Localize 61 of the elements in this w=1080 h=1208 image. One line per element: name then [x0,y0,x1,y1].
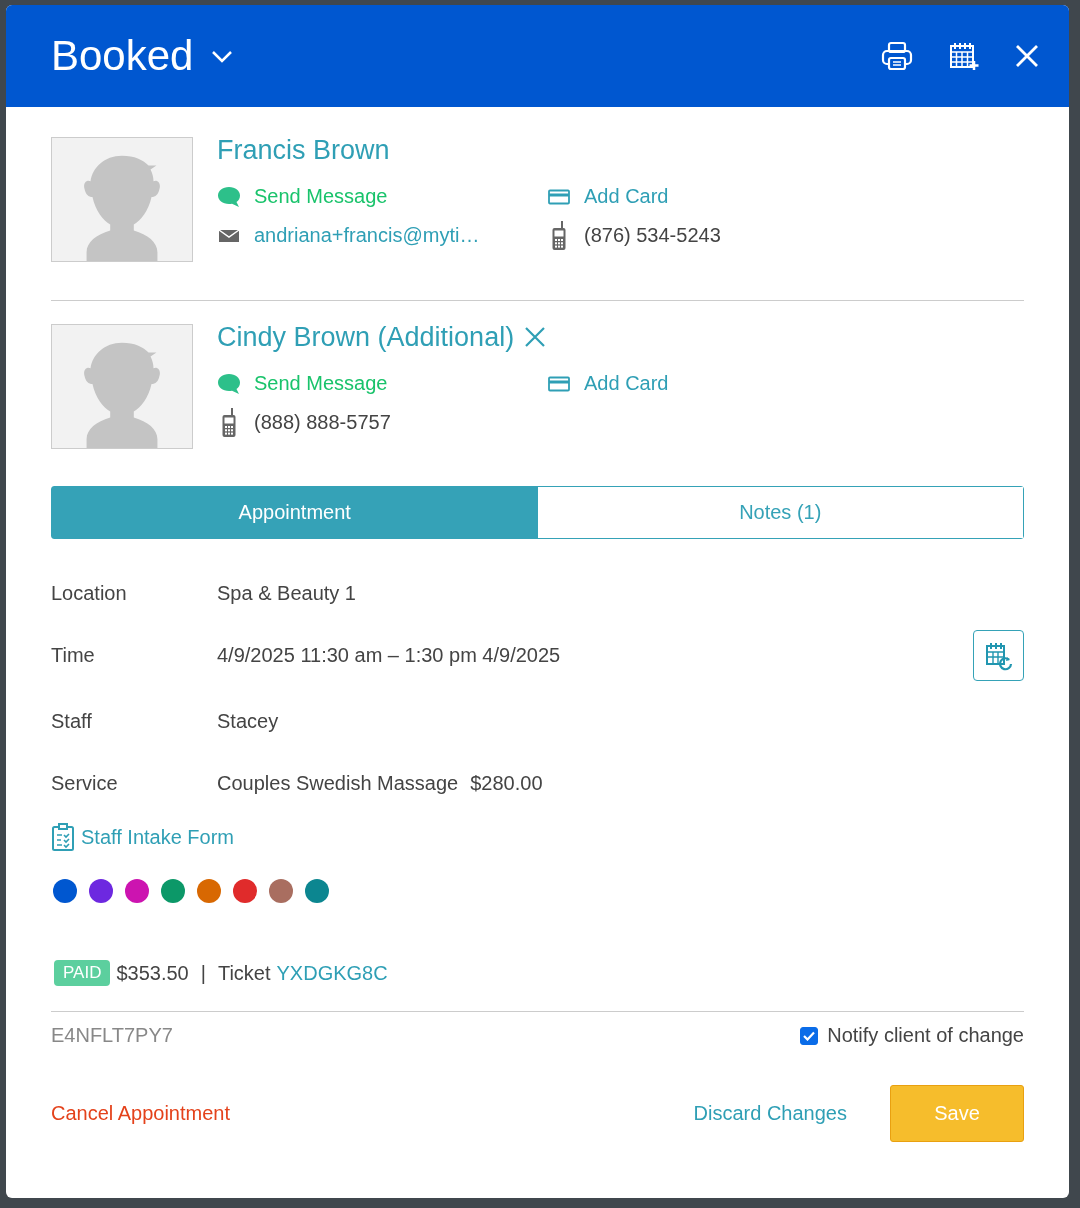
add-to-calendar-button[interactable] [949,41,979,71]
credit-card-icon [548,188,570,205]
reschedule-button[interactable] [973,630,1024,681]
remove-client-button[interactable] [524,326,547,348]
color-swatch[interactable] [305,879,329,903]
notify-checkbox[interactable] [800,1026,819,1045]
service-price: $280.00 [470,771,543,795]
status-dropdown[interactable]: Booked [51,32,234,80]
paid-amount: $353.50 [116,961,189,985]
avatar-icon [51,137,193,262]
clipboard-checklist-icon [51,822,75,852]
send-message-link[interactable]: Send Message [254,372,388,395]
field-value: Stacey [217,709,279,733]
add-card-link[interactable]: Add Card [584,372,669,395]
phone-number: (888) 888-5757 [254,411,391,434]
paid-badge: PAID [54,960,111,986]
add-card-link[interactable]: Add Card [584,185,669,208]
color-swatch[interactable] [53,879,77,903]
phone-number: (876) 534-5243 [584,224,721,247]
avatar-icon [51,324,193,449]
chat-bubble-icon [217,372,241,395]
ticket-label: Ticket [217,961,271,985]
color-swatch[interactable] [161,879,185,903]
send-message-link[interactable]: Send Message [254,185,388,208]
tab[interactable]: Appointment [52,487,538,538]
client-name-link[interactable]: Francis Brown [217,134,390,166]
discard-changes-link[interactable]: Discard Changes [693,1102,847,1125]
field-value: Couples Swedish Massage [217,771,459,795]
cancel-appointment-link[interactable]: Cancel Appointment [51,1102,230,1125]
save-button[interactable]: Save [890,1085,1024,1142]
chevron-down-icon [211,49,234,63]
calendar-plus-icon [949,41,979,71]
separator: | [200,961,206,985]
color-swatch[interactable] [125,879,149,903]
field-value: 4/9/2025 11:30 am – 1:30 pm 4/9/2025 [217,644,561,667]
field-label: Staff [51,709,93,733]
envelope-icon [218,227,240,244]
appointment-code: E4NFLT7PY7 [51,1024,173,1047]
color-swatch[interactable] [197,879,221,903]
credit-card-icon [548,375,570,392]
mobile-phone-icon [221,407,237,438]
email-link[interactable]: andriana+francis@myti… [254,224,480,247]
intake-form-link[interactable]: Staff Intake Form [51,822,235,852]
client-name-link[interactable]: Cindy Brown (Additional) [217,321,515,353]
print-button[interactable] [881,41,913,71]
color-swatch[interactable] [269,879,293,903]
checkbox-label: Notify client of change [827,1024,1024,1047]
field-label: Time [51,644,96,667]
field-label: Location [51,581,128,605]
close-icon [1015,44,1039,68]
mobile-phone-icon [551,220,567,251]
field-value: Spa & Beauty 1 [217,581,356,605]
close-icon [524,326,547,348]
printer-icon [881,41,913,71]
close-button[interactable] [1015,44,1039,68]
color-swatch[interactable] [233,879,257,903]
field-label: Service [51,771,119,795]
calendar-refresh-icon [984,640,1013,671]
ticket-link[interactable]: YXDGKG8C [276,961,388,985]
chat-bubble-icon [217,185,241,208]
color-swatch[interactable] [89,879,113,903]
